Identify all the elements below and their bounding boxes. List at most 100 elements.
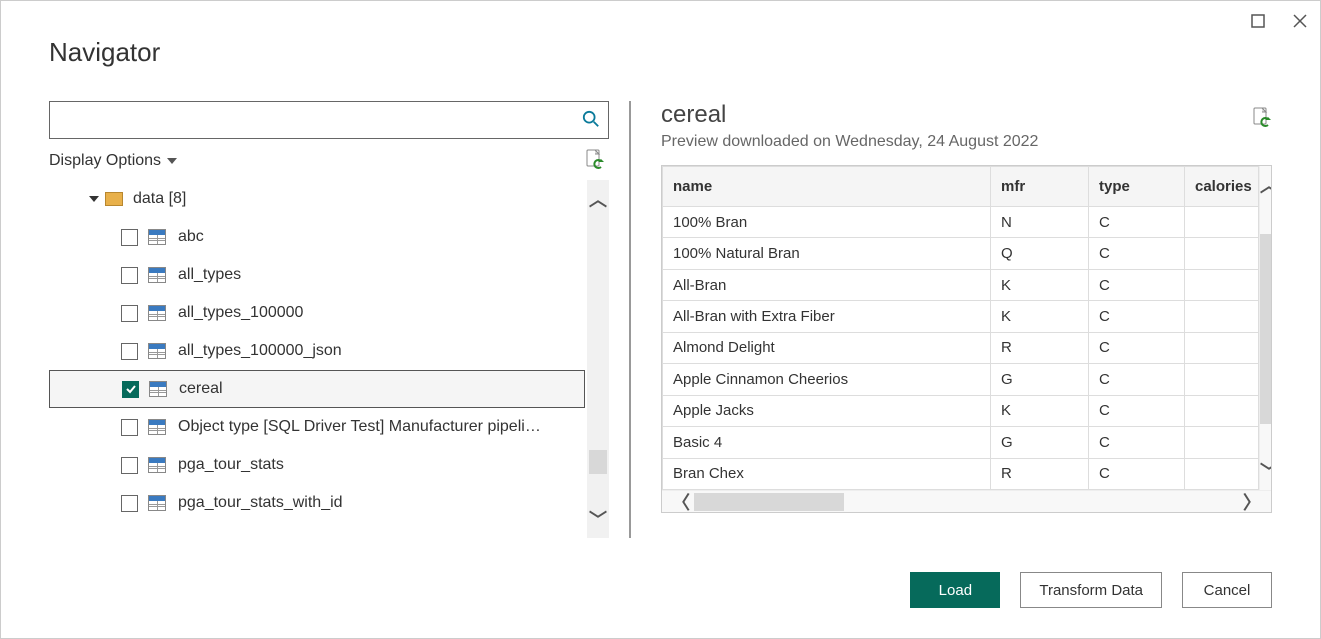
table-icon — [148, 495, 166, 511]
cell-type: C — [1089, 395, 1185, 426]
preview-pane: cereal Preview downloaded on Wednesday, … — [661, 101, 1272, 538]
tree-item-object-type-sql-driver-test-manufacturer-pipeli-[interactable]: Object type [SQL Driver Test] Manufactur… — [49, 408, 585, 446]
scroll-right-icon[interactable]: 〉 — [1243, 489, 1261, 515]
checkbox[interactable] — [121, 495, 138, 512]
column-header-calories[interactable]: calories — [1185, 167, 1259, 207]
table-row[interactable]: Apple JacksKC — [663, 395, 1259, 426]
cell-type: C — [1089, 301, 1185, 332]
cell-type: C — [1089, 238, 1185, 269]
table-row[interactable]: All-Bran with Extra FiberKC — [663, 301, 1259, 332]
cell-type: C — [1089, 269, 1185, 300]
tree-vertical-scrollbar[interactable]: ︿ ﹀ — [587, 180, 609, 538]
table-icon — [148, 267, 166, 283]
search-icon[interactable] — [582, 110, 600, 131]
preview-vertical-scrollbar[interactable]: ︿ ﹀ — [1259, 166, 1271, 490]
scroll-left-icon[interactable]: 〈 — [672, 489, 690, 515]
scroll-down-icon[interactable]: ﹀ — [589, 506, 607, 532]
scrollbar-thumb[interactable] — [589, 450, 607, 474]
maximize-button[interactable] — [1246, 9, 1270, 33]
scroll-up-icon[interactable]: ︿ — [589, 186, 607, 212]
table-row[interactable]: Apple Cinnamon CheeriosGC — [663, 364, 1259, 395]
load-button[interactable]: Load — [910, 572, 1000, 608]
column-header-mfr[interactable]: mfr — [991, 167, 1089, 207]
cell-type: C — [1089, 364, 1185, 395]
column-header-type[interactable]: type — [1089, 167, 1185, 207]
cell-mfr: K — [991, 269, 1089, 300]
display-options-dropdown[interactable]: Display Options — [49, 152, 177, 170]
cell-calories — [1185, 364, 1259, 395]
folder-icon — [105, 192, 123, 206]
table-row[interactable]: 100% BranNC — [663, 207, 1259, 238]
tree-item-pga-tour-stats[interactable]: pga_tour_stats — [49, 446, 585, 484]
tree-item-all-types-100000[interactable]: all_types_100000 — [49, 294, 585, 332]
scroll-down-icon[interactable]: ﹀ — [1260, 458, 1271, 484]
checkbox[interactable] — [121, 419, 138, 436]
close-button[interactable] — [1288, 9, 1312, 33]
table-row[interactable]: Bran ChexRC — [663, 458, 1259, 490]
cell-name: Bran Chex — [663, 458, 991, 490]
preview-title: cereal — [661, 101, 1038, 129]
navigator-left-pane: Display Options data [8] abc all_types all_… — [49, 101, 609, 538]
cell-type: C — [1089, 458, 1185, 490]
scroll-up-icon[interactable]: ︿ — [1260, 172, 1271, 198]
checkbox[interactable] — [121, 305, 138, 322]
tree-item-abc[interactable]: abc — [49, 218, 585, 256]
cell-name: All-Bran — [663, 269, 991, 300]
search-input[interactable] — [58, 111, 582, 129]
cell-name: 100% Natural Bran — [663, 238, 991, 269]
table-row[interactable]: Almond DelightRC — [663, 332, 1259, 363]
cell-calories — [1185, 238, 1259, 269]
cell-name: Apple Cinnamon Cheerios — [663, 364, 991, 395]
tree-item-cereal[interactable]: cereal — [49, 370, 585, 408]
preview-subtitle: Preview downloaded on Wednesday, 24 Augu… — [661, 133, 1038, 151]
cell-mfr: N — [991, 207, 1089, 238]
preview-horizontal-scrollbar[interactable]: 〈 〉 — [662, 490, 1271, 512]
tree-item-all-types[interactable]: all_types — [49, 256, 585, 294]
checkbox[interactable] — [121, 457, 138, 474]
preview-table[interactable]: namemfrtypecalories 100% BranNC100% Natu… — [662, 166, 1259, 490]
pane-divider[interactable] — [629, 101, 631, 538]
preview-refresh-icon[interactable] — [1252, 107, 1272, 130]
tree-root[interactable]: data [8] — [49, 180, 585, 218]
cell-mfr: G — [991, 364, 1089, 395]
checkbox[interactable] — [121, 343, 138, 360]
table-icon — [148, 305, 166, 321]
cancel-button[interactable]: Cancel — [1182, 572, 1272, 608]
table-icon — [149, 381, 167, 397]
table-row[interactable]: All-BranKC — [663, 269, 1259, 300]
chevron-down-icon — [167, 156, 177, 166]
tree-item-all-types-100000-json[interactable]: all_types_100000_json — [49, 332, 585, 370]
tree-item-pga-tour-stats-with-id[interactable]: pga_tour_stats_with_id — [49, 484, 585, 522]
search-box[interactable] — [49, 101, 609, 139]
table-row[interactable]: Basic 4GC — [663, 427, 1259, 458]
tree-item-label: all_types_100000_json — [178, 342, 342, 360]
refresh-icon[interactable] — [585, 149, 605, 172]
checkbox[interactable] — [121, 229, 138, 246]
tree-item-label: pga_tour_stats_with_id — [178, 494, 343, 512]
page-title: Navigator — [49, 37, 160, 68]
cell-calories — [1185, 301, 1259, 332]
cell-type: C — [1089, 207, 1185, 238]
scrollbar-thumb[interactable] — [1260, 234, 1271, 424]
cell-type: C — [1089, 427, 1185, 458]
cell-name: Almond Delight — [663, 332, 991, 363]
cell-calories — [1185, 332, 1259, 363]
cell-type: C — [1089, 332, 1185, 363]
checkbox[interactable] — [122, 381, 139, 398]
tree-item-label: all_types_100000 — [178, 304, 303, 322]
checkbox[interactable] — [121, 267, 138, 284]
tree-item-label: abc — [178, 228, 204, 246]
table-row[interactable]: 100% Natural BranQC — [663, 238, 1259, 269]
navigator-tree[interactable]: data [8] abc all_types all_types_100000 all_… — [49, 180, 585, 538]
transform-data-button[interactable]: Transform Data — [1020, 572, 1162, 608]
cell-calories — [1185, 395, 1259, 426]
cell-name: Apple Jacks — [663, 395, 991, 426]
table-icon — [148, 419, 166, 435]
cell-calories — [1185, 269, 1259, 300]
column-header-name[interactable]: name — [663, 167, 991, 207]
scrollbar-thumb[interactable] — [694, 493, 844, 511]
cell-mfr: R — [991, 458, 1089, 490]
cell-calories — [1185, 458, 1259, 490]
table-icon — [148, 343, 166, 359]
display-options-label: Display Options — [49, 152, 161, 170]
